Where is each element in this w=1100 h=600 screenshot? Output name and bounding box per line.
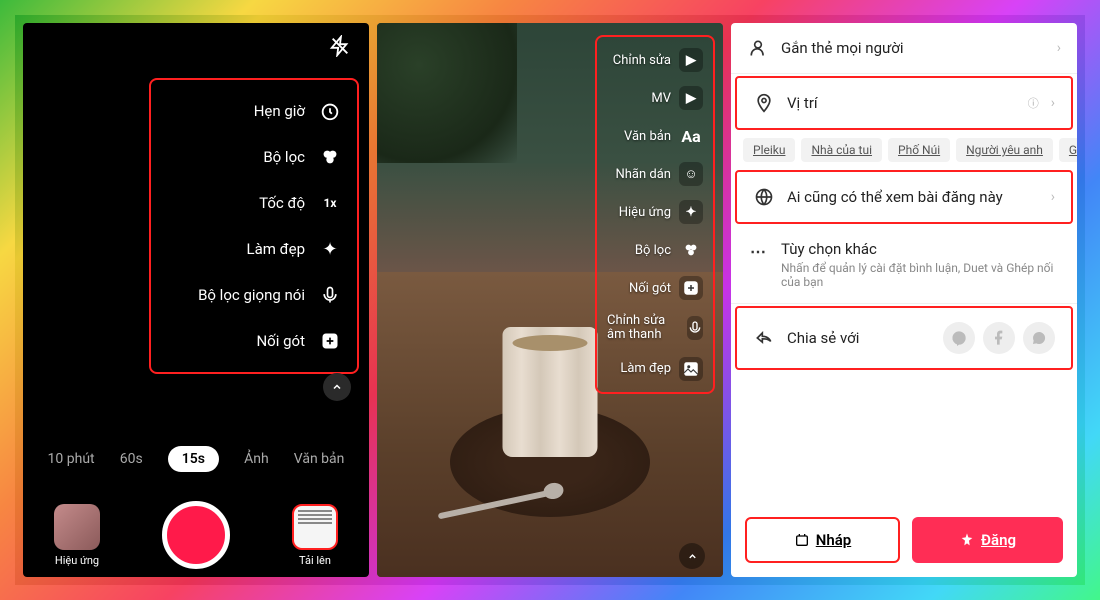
upload-label: Tải lên (299, 554, 331, 567)
privacy-row[interactable]: Ai cũng có thể xem bài đăng này › (735, 170, 1073, 224)
filter-tool-edit[interactable]: Bộ lọc (601, 231, 709, 269)
mv-icon: ▶ (679, 86, 703, 110)
beauty-icon: ✦ (317, 236, 343, 262)
draft-label: Nháp (816, 531, 851, 549)
filter-label: Bộ lọc (263, 148, 305, 166)
timer-label: Hẹn giờ (254, 102, 305, 120)
image-icon (679, 357, 703, 381)
upload-thumbnail (292, 504, 338, 550)
chip-nha[interactable]: Nhà của tui (801, 138, 882, 162)
follow-tool[interactable]: Nối gót (157, 318, 351, 364)
post-actions: Nháp Đăng (745, 517, 1063, 563)
effects-tool[interactable]: Hiệu ứng ✦ (601, 193, 709, 231)
timer-icon (317, 98, 343, 124)
tag-people-label: Gắn thẻ mọi người (781, 39, 1045, 57)
edit-tools-panel: Chỉnh sửa ▶ MV ▶ Văn bản Aa Nhãn dán ☺ H… (595, 35, 715, 394)
more-options-row[interactable]: ⋯ Tùy chọn khác Nhấn để quản lý cài đặt … (731, 226, 1077, 304)
tag-people-row[interactable]: Gắn thẻ mọi người › (731, 23, 1077, 74)
speed-tool[interactable]: Tốc độ 1x (157, 180, 351, 226)
chevron-right-icon: › (1057, 40, 1061, 56)
upload-button[interactable]: Tải lên (292, 504, 338, 567)
post-button[interactable]: Đăng (912, 517, 1063, 563)
effects-label: Hiệu ứng (55, 554, 99, 567)
beauty-tool[interactable]: Làm đẹp ✦ (157, 226, 351, 272)
beauty-tool-edit[interactable]: Làm đẹp (601, 350, 709, 388)
duration-selector: 10 phút 60s 15s Ảnh Văn bản (23, 446, 369, 472)
chat-icon[interactable] (1023, 322, 1055, 354)
filter-icon-edit (679, 238, 703, 262)
more-label: Tùy chọn khác (781, 240, 1061, 258)
filter-icon (317, 144, 343, 170)
draft-button[interactable]: Nháp (745, 517, 900, 563)
effects-icon: ✦ (679, 200, 703, 224)
mic-icon (317, 282, 343, 308)
chip-nguoiyeu[interactable]: Người yêu anh (956, 138, 1053, 162)
sticker-icon: ☺ (679, 162, 703, 186)
bottom-controls: Hiệu ứng Tải lên (23, 501, 369, 569)
chip-gialai[interactable]: Gia Lai (1059, 138, 1077, 162)
speed-label: Tốc độ (259, 194, 305, 212)
duration-60s[interactable]: 60s (120, 451, 143, 467)
flash-icon[interactable] (329, 35, 351, 63)
mic-icon-edit (687, 316, 703, 340)
info-icon: ⓘ (1028, 95, 1039, 111)
follow-label: Nối gót (256, 332, 305, 350)
plus-icon-edit (679, 276, 703, 300)
chip-pleiku[interactable]: Pleiku (743, 138, 795, 162)
edit-icon: ▶ (679, 48, 703, 72)
timer-tool[interactable]: Hẹn giờ (157, 88, 351, 134)
duration-text[interactable]: Văn bản (294, 451, 345, 467)
plus-box-icon (317, 328, 343, 354)
location-chips: Pleiku Nhà của tui Phố Núi Người yêu anh… (731, 132, 1077, 168)
camera-tools-panel: Hẹn giờ Bộ lọc Tốc độ 1x Làm đẹp ✦ Bộ lọ… (149, 78, 359, 374)
share-row: Chia sẻ với (735, 306, 1073, 370)
record-button[interactable] (162, 501, 230, 569)
effects-thumbnail (54, 504, 100, 550)
text-tool[interactable]: Văn bản Aa (601, 117, 709, 155)
more-sublabel: Nhấn để quản lý cài đặt bình luận, Duet … (781, 261, 1061, 289)
filter-tool[interactable]: Bộ lọc (157, 134, 351, 180)
share-label: Chia sẻ với (787, 329, 931, 347)
duration-10min[interactable]: 10 phút (48, 451, 95, 467)
messenger-icon[interactable] (943, 322, 975, 354)
mv-tool[interactable]: MV ▶ (601, 79, 709, 117)
location-label: Vị trí (787, 94, 1016, 112)
location-row[interactable]: Vị trí ⓘ › (735, 76, 1073, 130)
duration-photo[interactable]: Ảnh (244, 451, 269, 467)
voice-filter-tool[interactable]: Bộ lọc giọng nói (157, 272, 351, 318)
speed-icon: 1x (317, 190, 343, 216)
globe-icon (753, 186, 775, 208)
post-options-list: Gắn thẻ mọi người › Vị trí ⓘ › Pleiku Nh… (731, 23, 1077, 372)
post-screen: Gắn thẻ mọi người › Vị trí ⓘ › Pleiku Nh… (731, 23, 1077, 577)
audio-edit-tool[interactable]: Chỉnh sửa âm thanh (601, 307, 709, 350)
privacy-label: Ai cũng có thể xem bài đăng này (787, 188, 1039, 206)
chip-phonui[interactable]: Phố Núi (888, 138, 950, 162)
collapse-button[interactable] (323, 373, 351, 401)
camera-screen: Hẹn giờ Bộ lọc Tốc độ 1x Làm đẹp ✦ Bộ lọ… (23, 23, 369, 577)
chevron-right-icon: › (1051, 95, 1055, 111)
facebook-icon[interactable] (983, 322, 1015, 354)
collapse-edit-button[interactable] (679, 543, 705, 569)
effects-button[interactable]: Hiệu ứng (54, 504, 100, 567)
more-icon: ⋯ (747, 240, 769, 262)
voice-filter-label: Bộ lọc giọng nói (198, 286, 305, 304)
post-button-label: Đăng (981, 531, 1016, 549)
sticker-tool[interactable]: Nhãn dán ☺ (601, 155, 709, 193)
location-icon (753, 92, 775, 114)
edit-tool[interactable]: Chỉnh sửa ▶ (601, 41, 709, 79)
beauty-label: Làm đẹp (247, 240, 305, 258)
share-icon (753, 327, 775, 349)
chevron-right-icon: › (1051, 189, 1055, 205)
person-icon (747, 37, 769, 59)
follow-tool-edit[interactable]: Nối gót (601, 269, 709, 307)
duration-15s[interactable]: 15s (168, 446, 219, 472)
text-icon: Aa (679, 124, 703, 148)
edit-screen: Chỉnh sửa ▶ MV ▶ Văn bản Aa Nhãn dán ☺ H… (377, 23, 723, 577)
